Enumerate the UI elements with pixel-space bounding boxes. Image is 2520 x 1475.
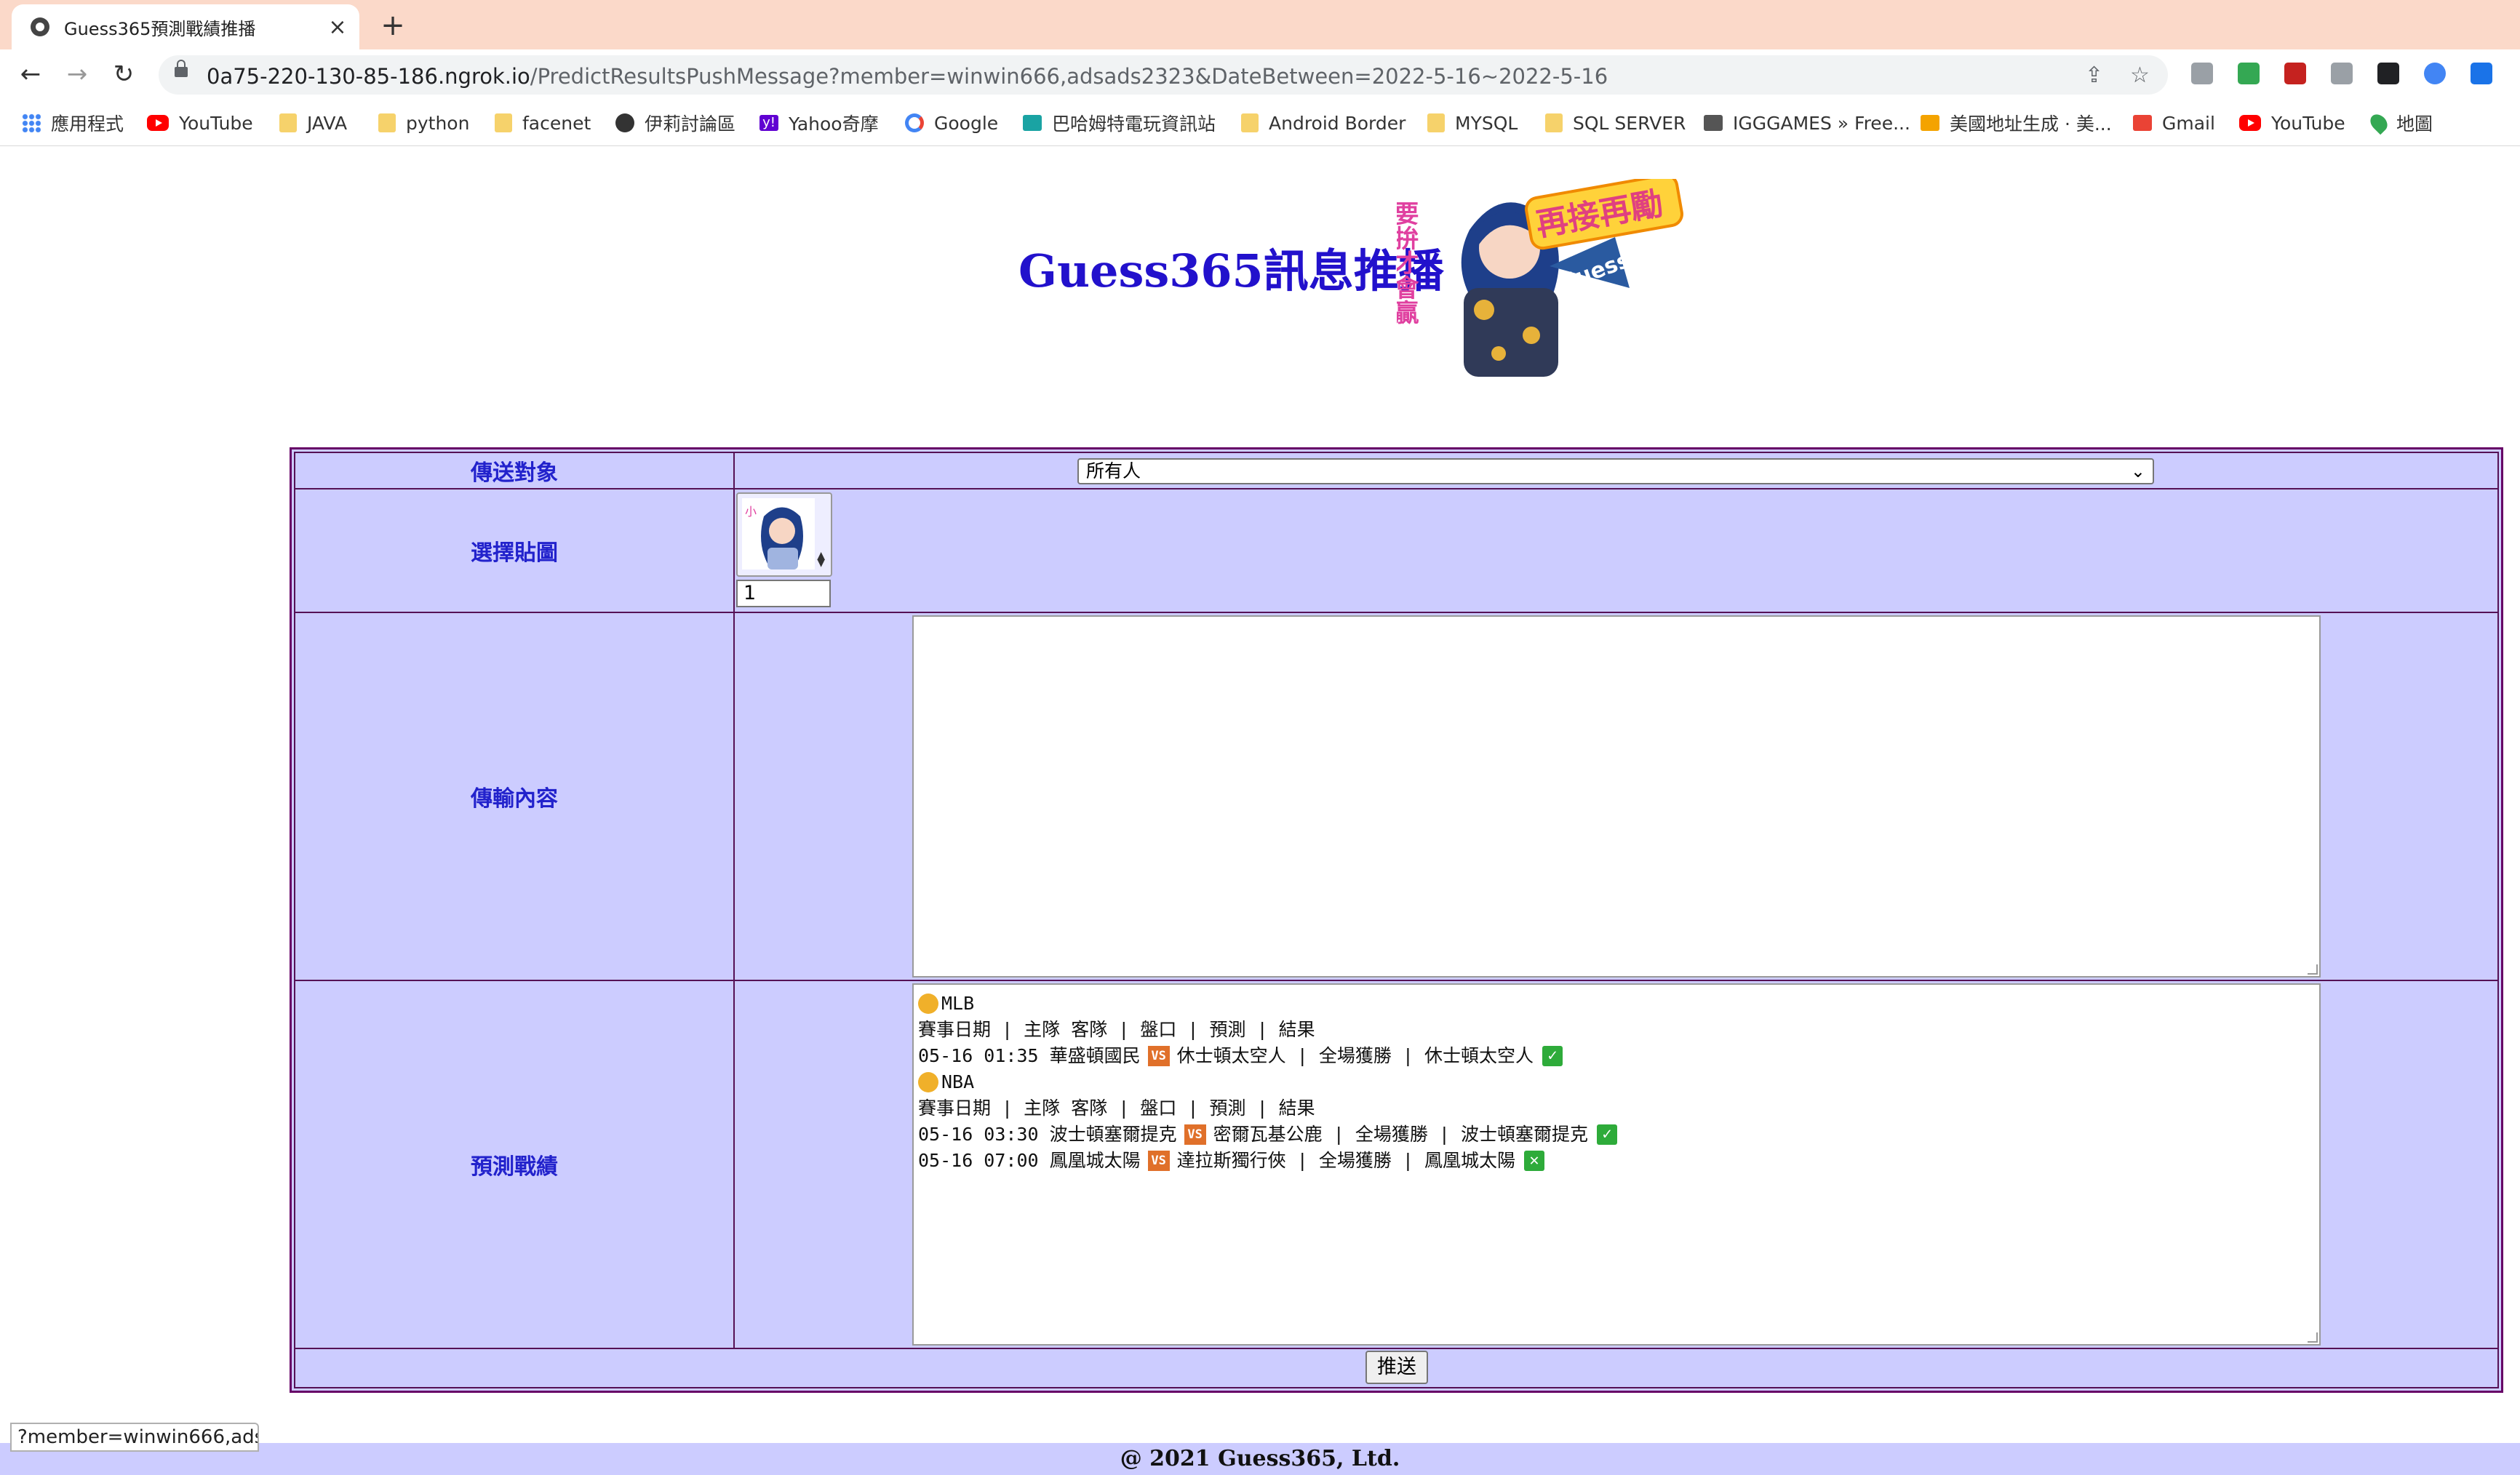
folder-icon xyxy=(495,113,512,132)
push-button[interactable]: 推送 xyxy=(1365,1351,1428,1384)
bookmark-apps[interactable]: 應用程式 xyxy=(22,111,124,135)
folder-icon xyxy=(1545,113,1563,132)
cast-icon[interactable] xyxy=(2191,63,2213,84)
results-header: 賽事日期 | 主隊 客隊 | 盤口 | 預測 | 結果 xyxy=(918,1098,1315,1119)
league-line-mlb: MLB xyxy=(918,991,2315,1017)
browser-tab[interactable]: Guess365預測戰績推播 × xyxy=(12,4,359,49)
footer: @ 2021 Guess365, Ltd. xyxy=(0,1443,2520,1475)
content-textarea[interactable] xyxy=(912,615,2321,978)
x-extension-icon[interactable] xyxy=(2377,63,2399,84)
bookmark-yahoo[interactable]: y! Yahoo奇摩 xyxy=(759,111,879,135)
vs-icon: VS xyxy=(1147,1151,1170,1171)
youtube-icon xyxy=(2239,115,2261,131)
bookmark-sql-server[interactable]: SQL SERVER xyxy=(1545,111,1686,135)
results-header: 賽事日期 | 主隊 客隊 | 盤口 | 預測 | 結果 xyxy=(918,1019,1315,1040)
youtube-icon xyxy=(147,115,169,131)
apps-icon xyxy=(22,113,41,132)
tab-title: Guess365預測戰績推播 xyxy=(64,18,256,39)
bookmark-star-icon[interactable]: ☆ xyxy=(2130,63,2150,88)
league-line-nba: NBA xyxy=(918,1069,2315,1095)
bookmark-python[interactable]: python xyxy=(378,111,469,135)
shield-extension-icon[interactable] xyxy=(2238,63,2260,84)
result-row: 05-16 03:30 波士頓塞爾提克 VS 密爾瓦基公鹿 | 全場獲勝 | 波… xyxy=(918,1122,2315,1148)
content-label: 傳輸內容 xyxy=(471,786,558,812)
address-icon xyxy=(1921,115,1939,131)
cross-icon: ✕ xyxy=(1524,1151,1545,1171)
target-label: 傳送對象 xyxy=(471,460,558,486)
maps-icon xyxy=(2367,111,2391,135)
folder-icon xyxy=(1427,113,1445,132)
stepper-arrows-icon[interactable]: ▲ ▼ xyxy=(817,551,825,568)
chevron-down-icon: ⌄ xyxy=(2130,461,2145,481)
page-title: Guess365訊息推播 xyxy=(1018,244,1444,297)
camera-icon[interactable] xyxy=(2331,63,2353,84)
clap-icon xyxy=(918,1072,938,1092)
results-textarea[interactable]: MLB 賽事日期 | 主隊 客隊 | 盤口 | 預測 | 結果 05-16 01… xyxy=(912,983,2321,1346)
google-icon xyxy=(905,113,924,132)
resize-handle-icon[interactable] xyxy=(2308,964,2318,975)
clap-icon xyxy=(918,994,938,1014)
address-bar[interactable]: 0a75-220-130-85-186.ngrok.io/PredictResu… xyxy=(159,55,2168,95)
gmail-icon xyxy=(2133,115,2152,131)
folder-icon xyxy=(1241,113,1259,132)
tab-strip: Guess365預測戰績推播 × + xyxy=(0,0,2520,49)
result-row: 05-16 07:00 鳳凰城太陽 VS 達拉斯獨行俠 | 全場獲勝 | 鳳凰城… xyxy=(918,1148,2315,1174)
yahoo-icon: y! xyxy=(759,115,778,131)
close-tab-icon[interactable]: × xyxy=(323,15,352,40)
sticker-input-cell xyxy=(733,488,2499,613)
folder-icon xyxy=(279,113,297,132)
mascot-image: 要拚才會贏 Guess365 再接再勵 xyxy=(1397,179,1683,377)
url-text[interactable]: 0a75-220-130-85-186.ngrok.io/PredictResu… xyxy=(207,64,1608,89)
bahamut-icon xyxy=(1023,115,1042,131)
browser-toolbar: ← → ↻ 0a75-220-130-85-186.ngrok.io/Predi… xyxy=(0,49,2520,100)
sticker-number-field[interactable]: 1 xyxy=(736,580,831,607)
bookmark-gmail[interactable]: Gmail xyxy=(2133,111,2215,135)
bookmark-java[interactable]: JAVA xyxy=(279,111,347,135)
sticker-picker[interactable]: 小 ▲ ▼ xyxy=(736,492,832,577)
bookmark-igggames[interactable]: IGGGAMES » Free... xyxy=(1704,111,1910,135)
check-icon: ✓ xyxy=(1542,1046,1563,1066)
lock-icon[interactable] xyxy=(175,60,188,77)
bookmark-maps[interactable]: 地圖 xyxy=(2367,111,2433,135)
bookmark-address-gen[interactable]: 美國地址生成 · 美... xyxy=(1921,111,2112,135)
resize-handle-icon[interactable] xyxy=(2308,1332,2318,1343)
status-bar-url: ?member=winwin666,adsads2323 xyxy=(10,1423,259,1452)
video-extension-icon[interactable] xyxy=(2284,63,2306,84)
reload-icon[interactable]: ↻ xyxy=(108,58,140,90)
sticker-label: 選擇貼圖 xyxy=(471,540,558,566)
results-label: 預測戰績 xyxy=(471,1154,558,1180)
vs-icon: VS xyxy=(1184,1124,1206,1145)
bookmark-bahamut[interactable]: 巴哈姆特電玩資訊站 xyxy=(1023,111,1216,135)
vs-icon: VS xyxy=(1147,1046,1170,1066)
svg-text:小: 小 xyxy=(745,505,757,519)
bookmark-youtube[interactable]: YouTube xyxy=(147,111,253,135)
back-arrow-icon[interactable]: ← xyxy=(15,58,47,90)
result-row: 05-16 01:35 華盛頓國民 VS 休士頓太空人 | 全場獲勝 | 休士頓… xyxy=(918,1043,2315,1069)
new-tab-button[interactable]: + xyxy=(378,9,407,42)
bookmark-google[interactable]: Google xyxy=(905,111,998,135)
target-select[interactable]: 所有人 ⌄ xyxy=(1077,458,2154,484)
bookmark-mysql[interactable]: MYSQL xyxy=(1427,111,1518,135)
bookmark-facenet[interactable]: facenet xyxy=(495,111,591,135)
globe-icon xyxy=(31,17,49,36)
bookmark-android-border[interactable]: Android Border xyxy=(1241,111,1405,135)
forward-arrow-icon[interactable]: → xyxy=(61,58,93,90)
bookmarks-bar: 應用程式 YouTube JAVA python facenet 伊莉討論區 y… xyxy=(0,100,2520,146)
chrome-extension-icon[interactable] xyxy=(2424,63,2446,84)
translate-icon[interactable] xyxy=(2471,63,2492,84)
folder-icon xyxy=(378,113,396,132)
bookmark-youtube-2[interactable]: YouTube xyxy=(2239,111,2345,135)
target-select-value: 所有人 xyxy=(1086,460,1141,481)
svg-text:要拚才會贏: 要拚才會贏 xyxy=(1397,201,1419,324)
check-icon: ✓ xyxy=(1597,1124,1618,1145)
share-icon[interactable]: ⇪ xyxy=(2085,63,2103,88)
bookmark-eyny[interactable]: 伊莉討論區 xyxy=(615,111,735,135)
igg-icon xyxy=(1704,115,1723,131)
sticker-thumbnail: 小 xyxy=(742,498,815,569)
globe-icon xyxy=(615,113,634,132)
